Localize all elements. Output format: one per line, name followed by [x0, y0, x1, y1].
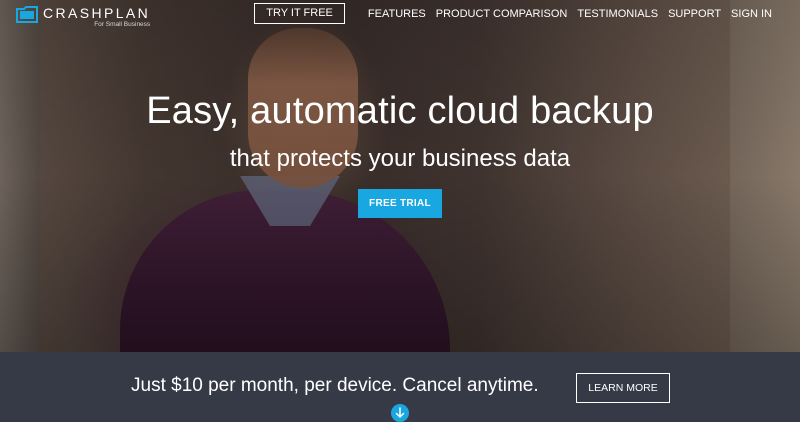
hero-overlay: [0, 0, 800, 352]
free-trial-button[interactable]: FREE TRIAL: [358, 189, 442, 218]
learn-more-button[interactable]: LEARN MORE: [576, 373, 670, 403]
hero-subheadline: that protects your business data: [229, 145, 571, 172]
nav-link-product-comparison[interactable]: PRODUCT COMPARISON: [436, 8, 568, 20]
crashplan-logo-icon: [16, 6, 38, 23]
logo-text: CRASHPLAN For Small Business: [43, 6, 150, 29]
nav-link-features[interactable]: FEATURES: [368, 8, 426, 20]
hero-background: [0, 0, 800, 352]
nav-menu: TRY IT FREE FEATURES PRODUCT COMPARISON …: [254, 3, 772, 24]
nav-link-sign-in[interactable]: SIGN IN: [731, 8, 772, 20]
nav-link-support[interactable]: SUPPORT: [668, 8, 721, 20]
chevron-down-circle-icon[interactable]: [391, 404, 409, 422]
top-navigation: CRASHPLAN For Small Business TRY IT FREE…: [0, 0, 800, 30]
nav-link-testimonials[interactable]: TESTIMONIALS: [577, 8, 658, 20]
try-it-free-button[interactable]: TRY IT FREE: [254, 3, 345, 24]
brand-name: CRASHPLAN: [43, 5, 151, 21]
brand-tagline: For Small Business: [94, 21, 151, 28]
hero-headline: Easy, automatic cloud backup: [146, 90, 654, 132]
brand-logo[interactable]: CRASHPLAN For Small Business: [16, 6, 150, 29]
pricing-text: Just $10 per month, per device. Cancel a…: [131, 375, 539, 396]
